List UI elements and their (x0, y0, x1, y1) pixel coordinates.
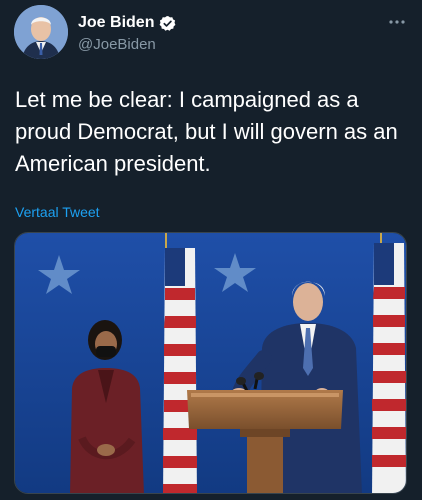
tweet-header: Joe Biden @JoeBiden (0, 0, 422, 64)
translate-tweet-link[interactable]: Vertaal Tweet (15, 204, 100, 220)
tweet-text: Let me be clear: I campaigned as a proud… (15, 87, 398, 176)
display-name[interactable]: Joe Biden (78, 14, 154, 32)
tweet-media-photo[interactable] (14, 232, 407, 494)
more-options-icon[interactable] (386, 12, 408, 32)
verified-badge-icon (159, 15, 176, 32)
avatar[interactable] (14, 5, 68, 59)
user-handle[interactable]: @JoeBiden (78, 36, 156, 53)
